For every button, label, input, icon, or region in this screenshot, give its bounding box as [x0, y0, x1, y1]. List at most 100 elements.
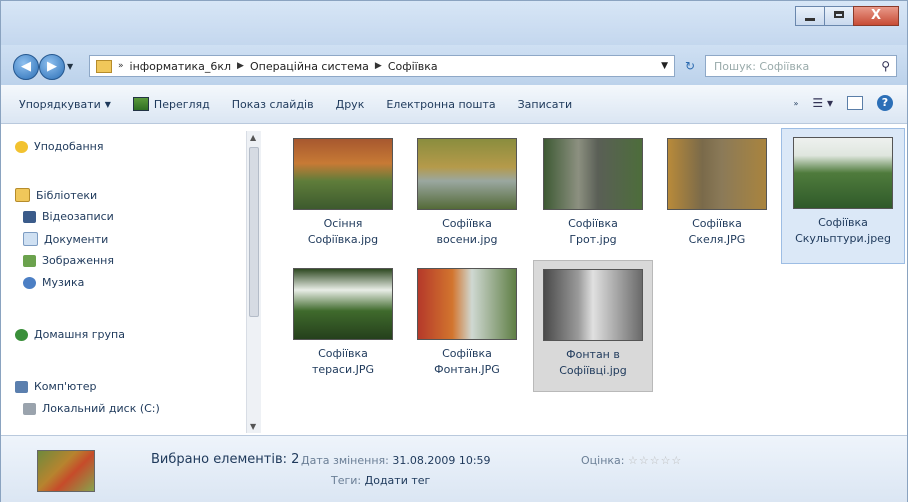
file-name-line1: Софіївка: [692, 217, 742, 230]
nav-label: Комп'ютер: [34, 380, 97, 393]
breadcrumb-item[interactable]: Операційна система: [250, 60, 369, 73]
nav-item-documents[interactable]: Документи: [23, 232, 108, 246]
scroll-down-icon[interactable]: ▼: [250, 422, 256, 431]
file-item[interactable]: Софіївка Фонтан.JPG: [407, 260, 527, 378]
file-name-line1: Осіння: [323, 217, 363, 230]
breadcrumb-item[interactable]: Софіївка: [388, 60, 438, 73]
back-button[interactable]: ◀: [13, 54, 39, 80]
slideshow-label: Показ слайдів: [231, 97, 314, 111]
maximize-button[interactable]: [824, 6, 854, 26]
nav-label: Бібліотеки: [36, 188, 98, 202]
thumbnail-image: [417, 268, 517, 340]
view-button[interactable]: Перегляд: [132, 97, 210, 111]
chevron-right-icon[interactable]: ▶: [237, 61, 244, 71]
thumbnail-image: [543, 269, 643, 341]
computer-icon: [15, 380, 28, 393]
tags-label: Теги:: [331, 474, 362, 487]
video-icon: [23, 210, 36, 223]
burn-button[interactable]: Записати: [518, 98, 572, 111]
picture-icon: [23, 254, 36, 267]
nav-item-videos[interactable]: Відеозаписи: [23, 210, 114, 223]
title-bar: X: [1, 1, 907, 45]
file-name-line1: Софіївка: [442, 347, 492, 360]
nav-item-homegroup[interactable]: Домашня група: [15, 328, 125, 341]
file-item[interactable]: Софіївка Скеля.JPG: [657, 130, 777, 248]
rating-label: Оцінка:: [581, 454, 625, 467]
chevron-right-icon[interactable]: ▶: [375, 61, 382, 71]
search-icon[interactable]: ⚲: [881, 59, 890, 73]
tags-value[interactable]: Додати тег: [365, 474, 431, 487]
breadcrumb-item[interactable]: інформатика_6кл: [130, 60, 232, 73]
thumbnail-image: [417, 138, 517, 210]
rating-stars-icon[interactable]: ☆☆☆☆☆: [628, 454, 682, 467]
thumbnail-image: [293, 138, 393, 210]
library-icon: [15, 188, 30, 202]
file-name-line1: Софіївка: [818, 216, 868, 229]
toolbar-right: » ☰ ▾ ?: [793, 95, 893, 111]
close-button[interactable]: X: [853, 6, 899, 26]
thumbnail-image: [793, 137, 893, 209]
file-item[interactable]: Софіївка Грот.jpg: [533, 130, 653, 248]
file-name-line2: Скеля.JPG: [688, 233, 746, 246]
nav-item-local-disk[interactable]: Локальний диск (C:): [23, 402, 160, 415]
file-item[interactable]: Софіївка восени.jpg: [407, 130, 527, 248]
file-name-line2: Софіївці.jpg: [559, 364, 627, 377]
scroll-up-icon[interactable]: ▲: [250, 133, 256, 142]
email-label: Електронна пошта: [386, 97, 496, 111]
drive-icon: [23, 402, 36, 415]
slideshow-button[interactable]: Показ слайдів: [232, 98, 314, 111]
view-label: Перегляд: [153, 97, 210, 111]
selection-count: Вибрано елементів: 2: [151, 452, 300, 467]
file-list: Осіння Софіївка.jpg Софіївка восени.jpg …: [263, 124, 907, 435]
file-item[interactable]: Софіївка тераси.JPG: [283, 260, 403, 378]
change-view-icon[interactable]: ☰ ▾: [812, 96, 833, 110]
preview-pane-icon[interactable]: [847, 96, 863, 110]
nav-item-libraries[interactable]: Бібліотеки: [15, 188, 97, 202]
scrollbar-thumb[interactable]: [249, 147, 259, 317]
search-placeholder: Пошук: Софіївка: [714, 59, 810, 73]
file-name-line1: Софіївка: [568, 217, 618, 230]
homegroup-icon: [15, 328, 28, 341]
more-chevron-icon[interactable]: »: [793, 99, 798, 108]
organize-label: Упорядкувати: [19, 97, 101, 111]
file-name-line2: Грот.jpg: [569, 233, 617, 246]
nav-scrollbar[interactable]: ▲ ▼: [246, 131, 261, 433]
help-icon[interactable]: ?: [877, 95, 893, 111]
star-icon: [15, 140, 28, 153]
file-item[interactable]: Осіння Софіївка.jpg: [283, 130, 403, 248]
command-bar: Упорядкувати ▼ Перегляд Показ слайдів Дру…: [1, 85, 907, 124]
search-input[interactable]: Пошук: Софіївка ⚲: [705, 55, 897, 77]
document-icon: [23, 232, 38, 246]
nav-label: Відеозаписи: [42, 210, 114, 223]
window-controls: X: [795, 6, 899, 26]
forward-button[interactable]: ▶: [39, 54, 65, 80]
file-item-selected[interactable]: Софіївка Скульптури.jpeg: [781, 128, 905, 264]
organize-button[interactable]: Упорядкувати ▼: [19, 98, 111, 111]
address-row: ◀ ▶ ▼ » інформатика_6кл ▶ Операційна сис…: [1, 45, 907, 85]
file-name-line2: тераси.JPG: [312, 363, 374, 376]
recent-pages-chevron-icon[interactable]: ▼: [67, 62, 73, 71]
file-name-line2: Скульптури.jpeg: [795, 232, 891, 245]
nav-item-pictures[interactable]: Зображення: [23, 254, 114, 267]
address-bar[interactable]: » інформатика_6кл ▶ Операційна система ▶…: [89, 55, 675, 77]
email-button[interactable]: Електронна пошта: [386, 98, 495, 111]
nav-label: Уподобання: [34, 140, 104, 153]
refresh-icon[interactable]: ↻: [679, 55, 701, 77]
nav-item-favorites[interactable]: Уподобання: [15, 140, 104, 153]
nav-label: Локальний диск (C:): [42, 402, 160, 415]
file-item-selected[interactable]: Фонтан в Софіївці.jpg: [533, 260, 653, 392]
file-name-line1: Фонтан в: [566, 348, 620, 361]
file-name-line1: Софіївка: [318, 347, 368, 360]
details-pane: Вибрано елементів: 2 Дата змінення: 31.0…: [1, 435, 907, 502]
nav-label: Зображення: [42, 254, 114, 267]
minimize-button[interactable]: [795, 6, 825, 26]
nav-label: Домашня група: [34, 328, 125, 341]
thumbnail-image: [293, 268, 393, 340]
address-dropdown-icon[interactable]: ▼: [661, 61, 668, 71]
navigation-pane: Уподобання Бібліотеки Відеозаписи Докуме…: [1, 124, 263, 435]
tags: Теги: Додати тег: [331, 474, 430, 487]
nav-item-music[interactable]: Музика: [23, 276, 84, 289]
selection-thumbnail: [37, 450, 95, 492]
print-button[interactable]: Друк: [336, 98, 365, 111]
nav-item-computer[interactable]: Комп'ютер: [15, 380, 96, 393]
